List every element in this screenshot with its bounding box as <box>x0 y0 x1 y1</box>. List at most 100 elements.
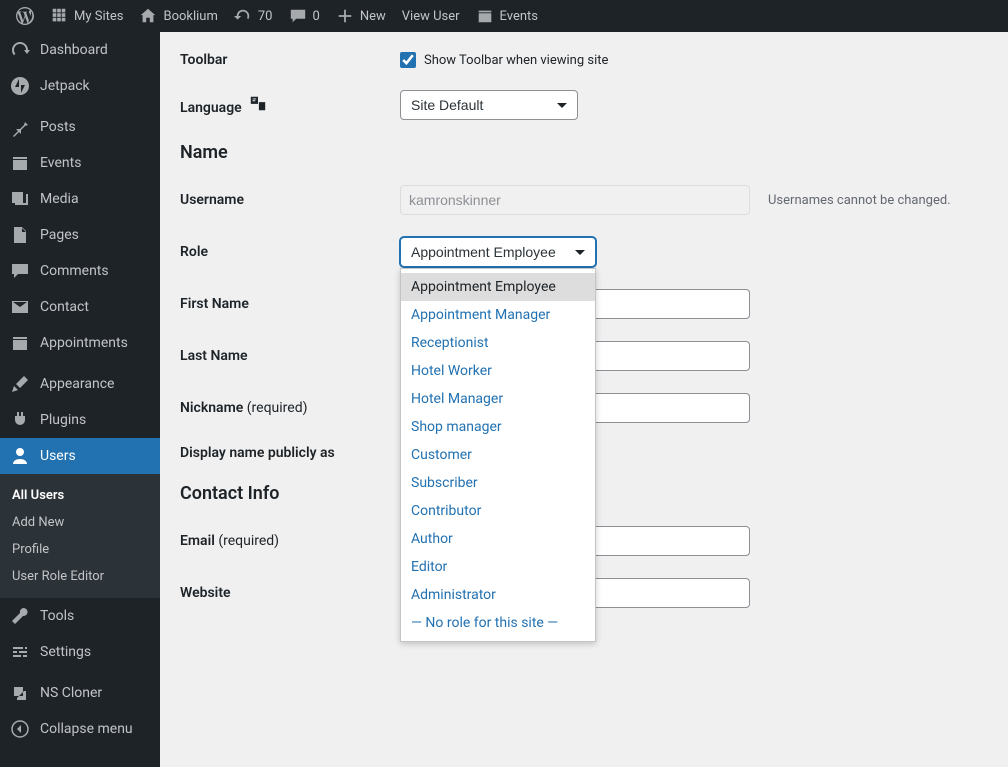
events-label: Events <box>500 9 538 24</box>
new-label: New <box>360 9 386 24</box>
firstname-label: First Name <box>180 296 400 312</box>
sidebar-item-nscloner[interactable]: NS Cloner <box>0 675 160 711</box>
sidebar-item-settings[interactable]: Settings <box>0 634 160 670</box>
sidebar-label: NS Cloner <box>40 685 102 701</box>
role-option[interactable]: — No role for this site — <box>401 609 595 637</box>
nickname-required: (required) <box>247 400 308 416</box>
role-dropdown: Appointment Employee Appointment Manager… <box>400 268 596 642</box>
language-select[interactable]: Site Default <box>400 90 578 120</box>
submenu-profile[interactable]: Profile <box>0 536 160 563</box>
email-required: (required) <box>218 533 279 549</box>
role-option[interactable]: Administrator <box>401 581 595 609</box>
toolbar-checkbox[interactable] <box>400 52 416 68</box>
sidebar-item-media[interactable]: Media <box>0 181 160 217</box>
wrench-icon <box>10 606 30 626</box>
role-option[interactable]: Contributor <box>401 497 595 525</box>
role-option[interactable]: Subscriber <box>401 469 595 497</box>
wordpress-icon <box>16 7 34 25</box>
toolbar-checkbox-wrap[interactable]: Show Toolbar when viewing site <box>400 52 608 68</box>
role-option[interactable]: Hotel Worker <box>401 357 595 385</box>
sidebar-label: Comments <box>40 263 109 279</box>
sidebar-label: Media <box>40 191 79 207</box>
role-select[interactable]: Appointment Employee <box>400 237 596 267</box>
wp-logo[interactable] <box>8 0 42 32</box>
row-toolbar: Toolbar Show Toolbar when viewing site <box>180 52 988 68</box>
users-submenu: All Users Add New Profile User Role Edit… <box>0 474 160 598</box>
mail-icon <box>10 297 30 317</box>
submenu-add-new[interactable]: Add New <box>0 509 160 536</box>
role-select-wrap: Appointment Employee Appointment Employe… <box>400 237 596 267</box>
sidebar-item-collapse[interactable]: Collapse menu <box>0 711 160 747</box>
role-option[interactable]: Receptionist <box>401 329 595 357</box>
sidebar-label: Dashboard <box>40 42 108 58</box>
role-option[interactable]: Hotel Manager <box>401 385 595 413</box>
updates-link[interactable]: 70 <box>226 0 281 32</box>
my-sites-link[interactable]: My Sites <box>42 0 131 32</box>
new-content-link[interactable]: New <box>328 0 394 32</box>
toolbar-label: Toolbar <box>180 52 400 68</box>
sidebar-item-users[interactable]: Users <box>0 438 160 474</box>
media-icon <box>10 189 30 209</box>
sidebar-label: Appointments <box>40 335 128 351</box>
language-label-text: Language <box>180 100 242 116</box>
calendar-icon <box>476 7 494 25</box>
role-option[interactable]: Appointment Employee <box>401 273 595 301</box>
sidebar-label: Tools <box>40 608 74 624</box>
comments-count: 0 <box>313 9 320 24</box>
events-link[interactable]: Events <box>468 0 546 32</box>
sidebar-item-jetpack[interactable]: Jetpack <box>0 68 160 104</box>
sidebar-item-plugins[interactable]: Plugins <box>0 402 160 438</box>
sidebar-item-posts[interactable]: Posts <box>0 109 160 145</box>
row-language: Language Site Default <box>180 90 988 120</box>
calendar-icon <box>10 153 30 173</box>
my-sites-label: My Sites <box>74 9 123 24</box>
plus-icon <box>336 7 354 25</box>
site-label: Booklium <box>163 9 217 24</box>
username-description: Usernames cannot be changed. <box>768 193 951 208</box>
sidebar-item-tools[interactable]: Tools <box>0 598 160 634</box>
role-option[interactable]: Customer <box>401 441 595 469</box>
comments-link[interactable]: 0 <box>281 0 328 32</box>
collapse-icon <box>10 719 30 739</box>
submenu-role-editor[interactable]: User Role Editor <box>0 563 160 590</box>
view-user-link[interactable]: View User <box>394 0 468 32</box>
admin-bar: My Sites Booklium 70 0 New View User Eve… <box>0 0 1008 32</box>
sidebar-item-appointments[interactable]: Appointments <box>0 325 160 361</box>
sliders-icon <box>10 642 30 662</box>
role-option[interactable]: Shop manager <box>401 413 595 441</box>
sidebar-item-events[interactable]: Events <box>0 145 160 181</box>
comment-icon <box>289 7 307 25</box>
username-label: Username <box>180 192 400 208</box>
jetpack-icon <box>10 76 30 96</box>
sidebar-item-appearance[interactable]: Appearance <box>0 366 160 402</box>
submenu-all-users[interactable]: All Users <box>0 482 160 509</box>
nickname-label-text: Nickname <box>180 400 243 416</box>
role-option[interactable]: Editor <box>401 553 595 581</box>
site-link[interactable]: Booklium <box>131 0 225 32</box>
sites-icon <box>50 7 68 25</box>
role-option[interactable]: Author <box>401 525 595 553</box>
pin-icon <box>10 117 30 137</box>
view-user-label: View User <box>402 9 460 24</box>
clone-icon <box>10 683 30 703</box>
sidebar-label: Appearance <box>40 376 114 392</box>
row-username: Username Usernames cannot be changed. <box>180 185 988 215</box>
page-icon <box>10 225 30 245</box>
username-input <box>400 185 750 215</box>
sidebar-label: Contact <box>40 299 89 315</box>
lastname-label: Last Name <box>180 348 400 364</box>
toolbar-checkbox-label: Show Toolbar when viewing site <box>424 53 608 68</box>
sidebar-item-comments[interactable]: Comments <box>0 253 160 289</box>
sidebar-label: Posts <box>40 119 76 135</box>
sidebar-item-pages[interactable]: Pages <box>0 217 160 253</box>
displayname-label: Display name publicly as <box>180 445 400 461</box>
role-label: Role <box>180 244 400 260</box>
website-label: Website <box>180 585 400 601</box>
sidebar-item-contact[interactable]: Contact <box>0 289 160 325</box>
sidebar-item-dashboard[interactable]: Dashboard <box>0 32 160 68</box>
role-option[interactable]: Appointment Manager <box>401 301 595 329</box>
language-label: Language <box>180 94 400 116</box>
comment-icon <box>10 261 30 281</box>
language-select-wrap: Site Default <box>400 90 578 120</box>
plugin-icon <box>10 410 30 430</box>
